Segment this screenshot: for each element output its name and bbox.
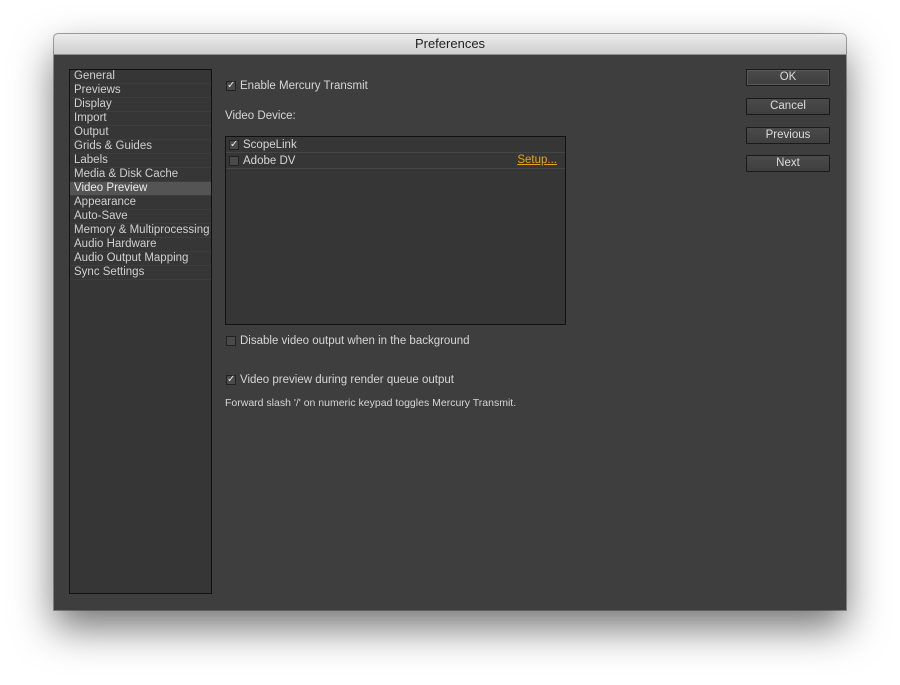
window-title: Preferences <box>54 34 846 55</box>
video-device-list: ✓ ScopeLink Adobe DV Setup... <box>225 136 566 325</box>
enable-mercury-transmit-row[interactable]: ✓ Enable Mercury Transmit <box>226 80 368 92</box>
disable-background-output-checkbox[interactable] <box>226 336 236 346</box>
render-queue-preview-row[interactable]: ✓ Video preview during render queue outp… <box>226 374 454 386</box>
preferences-window: Preferences General Previews Display Imp… <box>54 34 846 610</box>
device-row-adobe-dv[interactable]: Adobe DV Setup... <box>226 153 565 169</box>
device-row-scopelink[interactable]: ✓ ScopeLink <box>226 137 565 153</box>
enable-mercury-transmit-label: Enable Mercury Transmit <box>240 80 368 92</box>
category-item-audio-output-mapping[interactable]: Audio Output Mapping <box>70 252 211 266</box>
adobe-dv-label: Adobe DV <box>243 154 296 167</box>
mercury-hint-text: Forward slash '/' on numeric keypad togg… <box>225 397 517 409</box>
disable-background-output-label: Disable video output when in the backgro… <box>240 335 470 347</box>
enable-mercury-transmit-checkbox[interactable]: ✓ <box>226 81 236 91</box>
category-item-grids-guides[interactable]: Grids & Guides <box>70 140 211 154</box>
adobe-dv-checkbox[interactable] <box>229 155 239 166</box>
category-item-previews[interactable]: Previews <box>70 84 211 98</box>
ok-button[interactable]: OK <box>746 69 830 86</box>
scopelink-checkbox[interactable]: ✓ <box>229 139 239 150</box>
render-queue-preview-label: Video preview during render queue output <box>240 374 454 386</box>
category-item-audio-hardware[interactable]: Audio Hardware <box>70 238 211 252</box>
category-item-auto-save[interactable]: Auto-Save <box>70 210 211 224</box>
category-item-output[interactable]: Output <box>70 126 211 140</box>
category-item-general[interactable]: General <box>70 70 211 84</box>
category-item-memory-multiprocessing[interactable]: Memory & Multiprocessing <box>70 224 211 238</box>
render-queue-preview-checkbox[interactable]: ✓ <box>226 375 236 385</box>
previous-button[interactable]: Previous <box>746 127 830 144</box>
adobe-dv-setup-link[interactable]: Setup... <box>517 153 557 168</box>
category-item-video-preview[interactable]: Video Preview <box>70 182 211 196</box>
category-item-appearance[interactable]: Appearance <box>70 196 211 210</box>
category-list: General Previews Display Import Output G… <box>69 69 212 594</box>
category-item-media-disk-cache[interactable]: Media & Disk Cache <box>70 168 211 182</box>
next-button[interactable]: Next <box>746 155 830 172</box>
category-item-sync-settings[interactable]: Sync Settings <box>70 266 211 280</box>
cancel-button[interactable]: Cancel <box>746 98 830 115</box>
category-item-import[interactable]: Import <box>70 112 211 126</box>
disable-background-output-row[interactable]: Disable video output when in the backgro… <box>226 335 470 347</box>
category-item-labels[interactable]: Labels <box>70 154 211 168</box>
video-device-label: Video Device: <box>225 110 296 122</box>
category-item-display[interactable]: Display <box>70 98 211 112</box>
scopelink-label: ScopeLink <box>243 138 297 151</box>
